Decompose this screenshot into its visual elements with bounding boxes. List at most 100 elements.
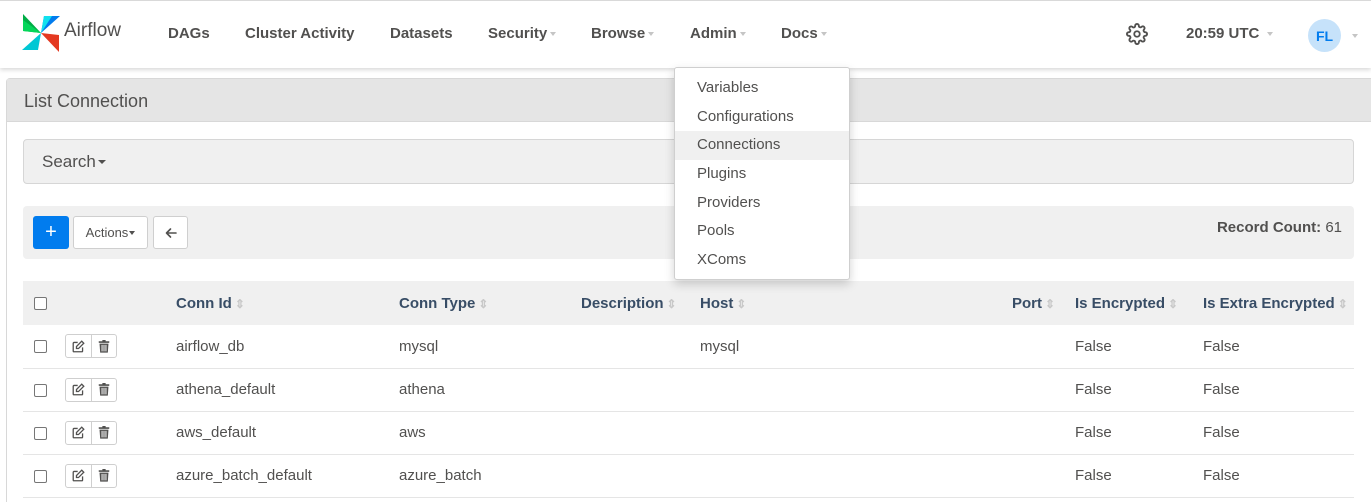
nav-admin[interactable]: Admin bbox=[690, 25, 746, 42]
cell-is-extra-encrypted: False bbox=[1203, 337, 1240, 355]
cell-description bbox=[580, 368, 700, 411]
cell-is-encrypted: False bbox=[1075, 424, 1112, 441]
col-is-encrypted[interactable]: Is Encrypted ⇕ bbox=[1061, 281, 1189, 325]
row-checkbox[interactable] bbox=[34, 383, 47, 397]
cell-conn-type: aws bbox=[399, 424, 426, 441]
select-all-checkbox[interactable] bbox=[34, 297, 47, 311]
edit-icon[interactable] bbox=[66, 379, 91, 401]
nav-docs-label: Docs bbox=[781, 25, 818, 42]
cell-description bbox=[580, 454, 700, 497]
cell-is-extra-encrypted: False bbox=[1203, 424, 1240, 441]
chevron-down-icon bbox=[550, 32, 557, 37]
menu-item-configurations[interactable]: Configurations bbox=[675, 103, 849, 132]
chevron-down-icon bbox=[739, 32, 746, 37]
trash-icon[interactable] bbox=[91, 335, 116, 358]
record-count-label: Record Count: bbox=[1216, 219, 1322, 236]
table-row: airflow_db mysql mysql False False bbox=[23, 325, 1354, 368]
admin-dropdown-menu: Variables Configurations Connections Plu… bbox=[674, 67, 850, 280]
cell-conn-id: athena_default bbox=[176, 381, 276, 398]
cell-is-encrypted: False bbox=[1075, 381, 1112, 398]
edit-icon[interactable] bbox=[66, 422, 91, 444]
table-row: athena_default athena False False bbox=[23, 368, 1354, 411]
chevron-down-icon bbox=[1267, 32, 1274, 37]
sort-icon: ⇕ bbox=[736, 296, 747, 311]
edit-icon[interactable] bbox=[66, 335, 91, 357]
row-checkbox[interactable] bbox=[34, 340, 47, 354]
menu-item-pools[interactable]: Pools bbox=[675, 217, 849, 246]
col-port-label: Port bbox=[1011, 294, 1042, 312]
row-actions bbox=[65, 377, 117, 402]
cell-is-encrypted: False bbox=[1075, 337, 1112, 355]
cell-host bbox=[700, 368, 997, 411]
cell-is-extra-encrypted: False bbox=[1203, 381, 1240, 398]
time-dropdown[interactable]: 20:59 UTC bbox=[1186, 25, 1274, 42]
search-label: Search bbox=[42, 152, 96, 171]
nav-browse[interactable]: Browse bbox=[591, 25, 655, 42]
nav-datasets[interactable]: Datasets bbox=[390, 25, 453, 42]
top-navbar: Airflow DAGs Cluster Activity Datasets S… bbox=[0, 0, 1371, 68]
row-actions bbox=[65, 420, 117, 445]
chevron-down-icon bbox=[648, 32, 655, 37]
cell-conn-id: aws_default bbox=[176, 424, 257, 441]
row-actions bbox=[65, 334, 117, 359]
col-host[interactable]: Host ⇕ bbox=[700, 281, 997, 325]
cell-conn-type: mysql bbox=[399, 337, 439, 355]
menu-item-variables[interactable]: Variables bbox=[675, 74, 849, 103]
trash-icon[interactable] bbox=[91, 421, 116, 444]
nav-admin-label: Admin bbox=[690, 25, 737, 42]
menu-item-plugins[interactable]: Plugins bbox=[675, 160, 849, 189]
table-row: aws_default aws False False bbox=[23, 411, 1354, 454]
cell-description bbox=[580, 325, 700, 368]
nav-dags[interactable]: DAGs bbox=[168, 25, 210, 42]
cell-is-extra-encrypted: False bbox=[1203, 467, 1240, 484]
col-is-encrypted-label: Is Encrypted bbox=[1075, 294, 1166, 312]
chevron-down-icon bbox=[129, 230, 136, 235]
sort-icon: ⇕ bbox=[1337, 296, 1348, 311]
arrow-left-icon bbox=[165, 227, 177, 238]
back-button[interactable] bbox=[153, 216, 188, 249]
chevron-down-icon[interactable] bbox=[1352, 34, 1358, 38]
record-count-value: 61 bbox=[1325, 219, 1342, 236]
nav-docs[interactable]: Docs bbox=[781, 25, 827, 42]
cell-conn-type: azure_batch bbox=[399, 467, 482, 484]
actions-dropdown-button[interactable]: Actions bbox=[73, 216, 148, 249]
col-is-extra-encrypted[interactable]: Is Extra Encrypted ⇕ bbox=[1189, 281, 1354, 325]
record-count: Record Count: 61 bbox=[1217, 219, 1342, 236]
brand-name: Airflow bbox=[64, 20, 122, 41]
trash-icon[interactable] bbox=[91, 378, 116, 401]
gear-icon[interactable] bbox=[1126, 23, 1148, 45]
sort-icon: ⇕ bbox=[666, 296, 677, 311]
table-row: azure_batch_default azure_batch False False bbox=[23, 454, 1354, 497]
cell-port bbox=[997, 411, 1061, 454]
trash-icon[interactable] bbox=[91, 464, 116, 487]
menu-item-providers[interactable]: Providers bbox=[675, 189, 849, 218]
sort-icon: ⇕ bbox=[1044, 296, 1055, 311]
sort-icon: ⇕ bbox=[478, 296, 489, 311]
col-description[interactable]: Description ⇕ bbox=[580, 281, 700, 325]
actions-label: Actions bbox=[85, 225, 129, 240]
edit-icon[interactable] bbox=[66, 465, 91, 487]
connections-table: Conn Id ⇕ Conn Type ⇕ Description ⇕ Host ⇕ P… bbox=[23, 281, 1354, 498]
col-conn-id[interactable]: Conn Id ⇕ bbox=[176, 281, 399, 325]
user-avatar[interactable]: FL bbox=[1308, 19, 1341, 52]
col-description-label: Description bbox=[581, 294, 664, 312]
col-conn-type[interactable]: Conn Type ⇕ bbox=[399, 281, 580, 325]
menu-item-xcoms[interactable]: XComs bbox=[675, 246, 849, 275]
row-checkbox[interactable] bbox=[34, 469, 47, 483]
cell-port bbox=[997, 368, 1061, 411]
nav-security[interactable]: Security bbox=[488, 25, 557, 42]
cell-description bbox=[580, 411, 700, 454]
menu-item-connections[interactable]: Connections bbox=[675, 131, 849, 161]
cell-conn-id: azure_batch_default bbox=[176, 467, 312, 484]
col-is-extra-encrypted-label: Is Extra Encrypted bbox=[1203, 294, 1335, 312]
cell-host bbox=[700, 454, 997, 497]
sort-icon: ⇕ bbox=[1168, 296, 1179, 311]
col-port[interactable]: Port ⇕ bbox=[997, 281, 1061, 325]
nav-cluster-activity[interactable]: Cluster Activity bbox=[245, 25, 354, 42]
cell-conn-id: airflow_db bbox=[176, 337, 245, 355]
row-checkbox[interactable] bbox=[34, 426, 47, 440]
chevron-down-icon bbox=[820, 32, 827, 37]
brand-link[interactable]: Airflow bbox=[20, 13, 121, 53]
current-time: 20:59 UTC bbox=[1186, 25, 1260, 42]
add-record-button[interactable]: + bbox=[33, 216, 69, 249]
